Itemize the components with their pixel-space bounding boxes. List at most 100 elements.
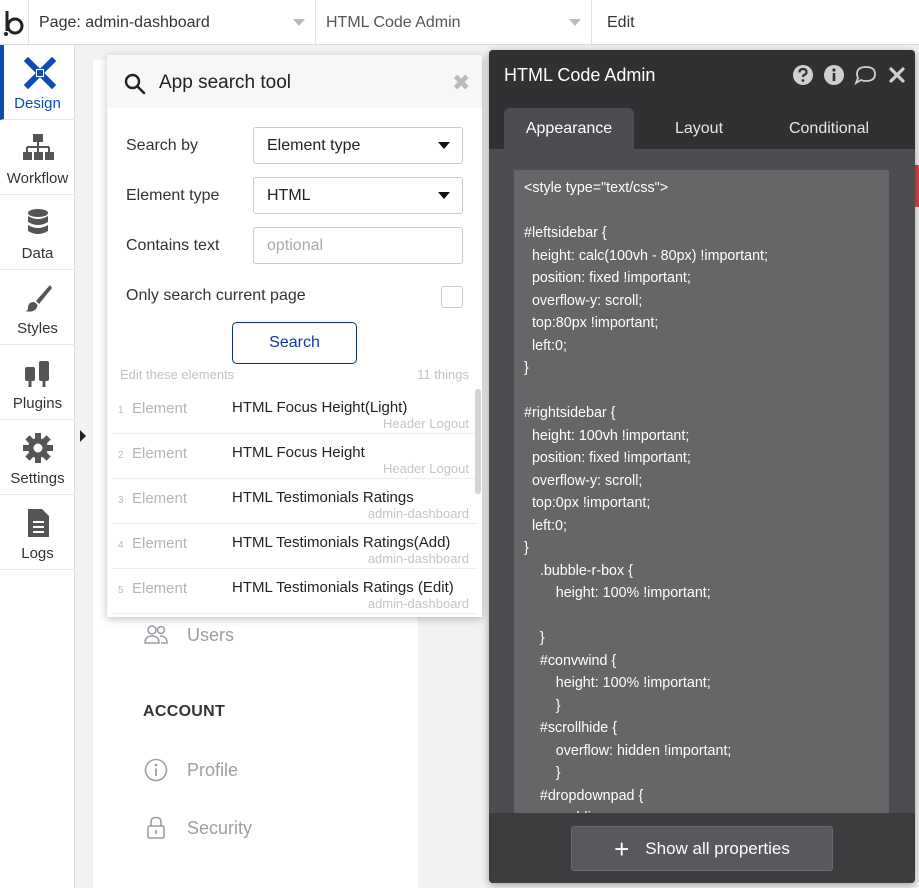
result-kind: Element — [132, 580, 188, 597]
lock-icon — [147, 816, 165, 839]
sidebar-item-settings[interactable]: Settings — [0, 420, 75, 495]
sidebar-item-workflow[interactable]: Workflow — [0, 120, 75, 195]
list-item[interactable]: 2 Element HTML Focus Height Header Logou… — [112, 434, 477, 479]
sidebar-item-plugins[interactable]: Plugins — [0, 345, 75, 420]
bubble-logo[interactable] — [0, 0, 28, 45]
html-code-content: <style type="text/css"> #leftsidebar { h… — [524, 180, 768, 813]
top-bar: Page: admin-dashboard HTML Code Admin Ed… — [0, 0, 919, 45]
result-kind: Element — [132, 400, 188, 417]
list-item[interactable]: 5 Element HTML Testimonials Ratings (Edi… — [112, 569, 477, 614]
editor-tabs: Appearance Layout Conditional — [489, 100, 915, 149]
close-icon[interactable] — [887, 64, 907, 86]
search-by-dropdown[interactable]: Element type — [253, 127, 463, 164]
search-panel-title: App search tool — [159, 72, 292, 93]
result-name: HTML Testimonials Ratings — [232, 489, 414, 506]
tab-conditional[interactable]: Conditional — [764, 108, 894, 149]
sidebar-item-label: Data — [21, 245, 54, 262]
nav-item-label: Security — [187, 817, 253, 838]
result-page: admin-dashboard — [367, 506, 469, 521]
result-name: HTML Focus Height(Light) — [232, 399, 408, 416]
dropdown-arrow-icon — [438, 142, 450, 149]
result-name: HTML Testimonials Ratings(Add) — [232, 534, 451, 551]
editor-header: HTML Code Admin — [489, 50, 915, 100]
nav-item-label: Users — [187, 624, 235, 645]
show-all-properties-label: Show all properties — [645, 838, 790, 858]
sidebar-item-label: Styles — [17, 320, 58, 337]
result-name: HTML Focus Height — [232, 444, 365, 461]
sidebar-expand-icon[interactable] — [80, 430, 86, 442]
result-page: admin-dashboard — [367, 596, 469, 611]
editor-body: <style type="text/css"> #leftsidebar { h… — [489, 149, 915, 813]
plug-icon — [25, 361, 49, 387]
design-icon — [24, 57, 56, 89]
result-number: 1 — [118, 405, 124, 416]
editor-header-icons — [792, 64, 907, 86]
property-editor-panel: HTML Code Admin Appearance Layout Condit… — [489, 50, 915, 883]
only-current-page-label: Only search current page — [126, 287, 306, 304]
only-current-page-checkbox[interactable] — [441, 286, 463, 308]
editor-title: HTML Code Admin — [504, 65, 656, 85]
left-sidebar: Design Workflow Data Styles Plugins Sett… — [0, 45, 75, 888]
users-icon — [144, 625, 168, 644]
mode-label: Edit — [607, 13, 635, 31]
contains-text-input[interactable] — [253, 227, 463, 264]
list-item[interactable]: 1 Element HTML Focus Height(Light) Heade… — [112, 389, 477, 434]
page-selector[interactable]: Page: admin-dashboard — [28, 0, 315, 45]
sidebar-item-data[interactable]: Data — [0, 195, 75, 270]
search-button[interactable]: Search — [232, 322, 357, 364]
element-selector[interactable]: HTML Code Admin — [315, 0, 591, 45]
result-page: Header Logout — [382, 416, 469, 431]
result-number: 3 — [118, 495, 124, 506]
sidebar-item-styles[interactable]: Styles — [0, 270, 75, 345]
help-icon[interactable] — [792, 64, 814, 86]
sidebar-item-design[interactable]: Design — [0, 45, 75, 120]
sidebar-item-label: Plugins — [12, 395, 63, 412]
results-scrollbar[interactable] — [475, 389, 481, 494]
edit-elements-label[interactable]: Edit these elements — [120, 367, 234, 382]
info-icon — [144, 758, 168, 782]
section-heading-account: ACCOUNT — [143, 703, 226, 720]
show-all-properties-button[interactable]: + Show all properties — [571, 826, 833, 871]
brush-icon — [25, 285, 52, 312]
results-count: 11 things — [417, 367, 469, 382]
nav-item-security[interactable]: Security — [143, 815, 252, 841]
mode-selector[interactable]: Edit — [591, 0, 919, 45]
chevron-down-icon — [569, 19, 581, 26]
search-icon — [124, 73, 146, 95]
result-kind: Element — [132, 490, 188, 507]
close-icon[interactable]: ✖ — [452, 70, 470, 96]
result-kind: Element — [132, 535, 188, 552]
page-selector-label: Page: admin-dashboard — [39, 13, 210, 31]
search-by-label: Search by — [126, 137, 199, 154]
element-selector-label: HTML Code Admin — [326, 13, 461, 31]
nav-item-users[interactable]: Users — [143, 622, 234, 648]
search-by-value: Element type — [267, 137, 361, 154]
gear-icon — [23, 433, 53, 463]
nav-item-profile[interactable]: Profile — [143, 757, 238, 783]
document-icon — [28, 509, 49, 537]
list-item[interactable]: 3 Element HTML Testimonials Ratings admi… — [112, 479, 477, 524]
element-type-value: HTML — [267, 187, 311, 204]
element-type-dropdown[interactable]: HTML — [253, 177, 463, 214]
result-page: admin-dashboard — [367, 551, 469, 566]
tab-layout[interactable]: Layout — [634, 108, 764, 149]
result-number: 2 — [118, 450, 124, 461]
search-panel-header: App search tool ✖ — [107, 55, 482, 108]
info-icon[interactable] — [823, 64, 845, 86]
editor-footer: + Show all properties — [489, 813, 915, 883]
app-search-tool-panel: App search tool ✖ Search by Element type… — [107, 55, 482, 617]
tab-appearance[interactable]: Appearance — [504, 108, 634, 149]
html-code-editor[interactable]: <style type="text/css"> #leftsidebar { h… — [514, 170, 889, 813]
workflow-icon — [23, 134, 54, 160]
sidebar-item-logs[interactable]: Logs — [0, 495, 75, 570]
result-name: HTML Testimonials Ratings (Edit) — [232, 579, 454, 596]
nav-item-label: Profile — [187, 759, 239, 780]
list-item[interactable]: 4 Element HTML Testimonials Ratings(Add)… — [112, 524, 477, 569]
contains-text-label: Contains text — [126, 237, 220, 254]
dropdown-arrow-icon — [438, 192, 450, 199]
result-number: 5 — [118, 585, 124, 596]
search-results-list: 1 Element HTML Focus Height(Light) Heade… — [112, 389, 477, 617]
result-kind: Element — [132, 445, 188, 462]
database-icon — [28, 209, 48, 234]
comment-icon[interactable] — [854, 64, 878, 86]
